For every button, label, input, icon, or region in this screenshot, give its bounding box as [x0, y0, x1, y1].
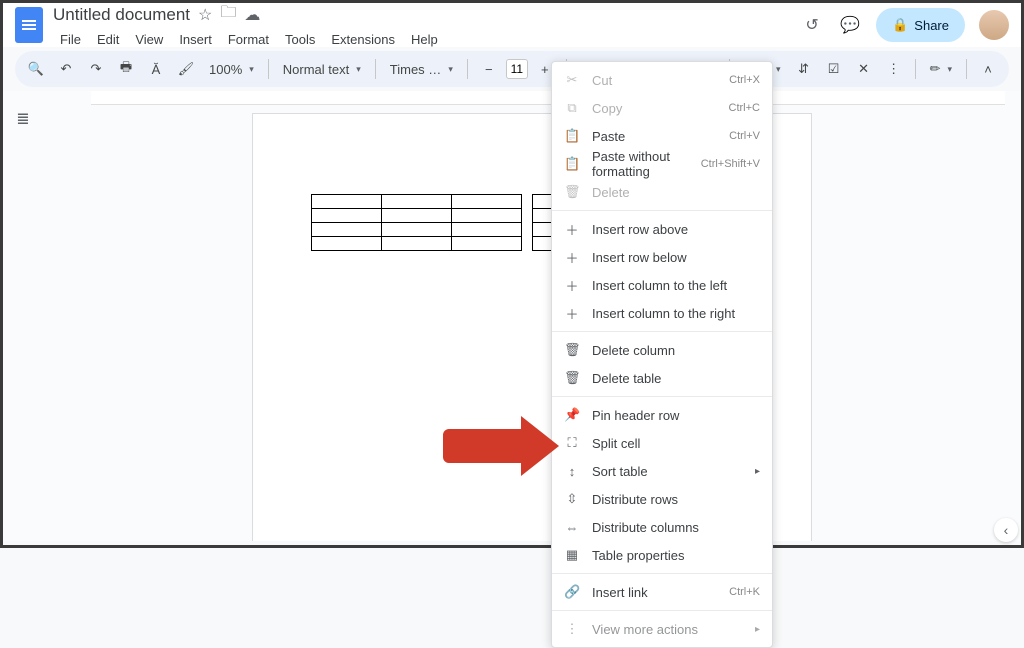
table-properties-icon: ▦ [564, 547, 580, 563]
clear-format-icon[interactable]: ✕ [851, 56, 877, 82]
paint-format-icon[interactable]: 🖌 [173, 56, 199, 82]
separator [375, 59, 376, 79]
account-avatar[interactable] [979, 10, 1009, 40]
context-delete-table[interactable]: 🗑Delete table [552, 364, 772, 392]
line-spacing-icon[interactable]: ⇵ [791, 56, 817, 82]
menu-file[interactable]: File [53, 30, 88, 49]
submenu-icon [755, 465, 760, 477]
header: Untitled document ☆ 🗀 ☁ File Edit View I… [3, 3, 1021, 47]
search-menu-icon[interactable]: 🔍 [23, 56, 49, 82]
separator [915, 59, 916, 79]
paste-plain-icon: 📋 [564, 156, 580, 172]
toolbar-more-icon[interactable]: ⋮ [881, 56, 907, 82]
document-title[interactable]: Untitled document [53, 5, 190, 25]
menu-extensions[interactable]: Extensions [324, 30, 402, 49]
separator [552, 396, 772, 397]
menu-edit[interactable]: Edit [90, 30, 126, 49]
explore-fab-icon[interactable]: ‹ [994, 518, 1018, 542]
delete-icon: 🗑 [564, 184, 580, 200]
context-table-properties[interactable]: ▦Table properties [552, 541, 772, 569]
history-icon[interactable]: ↺ [800, 13, 824, 37]
toolbar: 🔍 ↶ ↷ 🖶 Ӑ 🖌 100% Normal text Times … − +… [15, 51, 1009, 87]
menu-view[interactable]: View [128, 30, 170, 49]
plus-icon: ＋ [564, 304, 580, 323]
sort-icon: ↕ [564, 464, 580, 479]
decrease-font-icon[interactable]: − [476, 56, 502, 82]
trash-icon: 🗑 [564, 342, 580, 358]
menu-insert[interactable]: Insert [172, 30, 219, 49]
share-button[interactable]: 🔒 Share [876, 8, 965, 42]
distribute-rows-icon: ⇳ [564, 491, 580, 507]
context-split-cell[interactable]: ⛶Split cell [552, 429, 772, 457]
distribute-cols-icon: ⇔ [564, 520, 580, 535]
table-1[interactable] [311, 194, 522, 251]
trash-icon: 🗑 [564, 370, 580, 386]
context-row-above[interactable]: ＋Insert row above [552, 215, 772, 243]
separator [467, 59, 468, 79]
context-col-right[interactable]: ＋Insert column to the right [552, 299, 772, 327]
copy-icon: ⧉ [564, 100, 580, 116]
plus-icon: ＋ [564, 276, 580, 295]
context-paste-plain[interactable]: 📋Paste without formattingCtrl+Shift+V [552, 150, 772, 178]
context-pin-header[interactable]: 📌Pin header row [552, 401, 772, 429]
comments-icon[interactable]: 💬 [838, 13, 862, 37]
context-paste[interactable]: 📋PasteCtrl+V [552, 122, 772, 150]
paragraph-style-select[interactable]: Normal text [277, 57, 367, 81]
context-delete: 🗑Delete [552, 178, 772, 206]
submenu-icon [755, 623, 760, 635]
separator [552, 210, 772, 211]
separator [552, 573, 772, 574]
menu-help[interactable]: Help [404, 30, 445, 49]
lock-icon: 🔒 [892, 17, 908, 33]
header-text: Untitled document ☆ 🗀 ☁ File Edit View I… [53, 1, 445, 49]
menu-tools[interactable]: Tools [278, 30, 322, 49]
pin-icon: 📌 [564, 407, 580, 423]
more-icon: ⋮ [564, 621, 580, 637]
menu-format[interactable]: Format [221, 30, 276, 49]
separator [268, 59, 269, 79]
collapse-toolbar-icon[interactable]: ˄ [975, 56, 1001, 82]
left-rail: ≣ [3, 91, 43, 541]
paste-icon: 📋 [564, 128, 580, 144]
context-distribute-rows[interactable]: ⇳Distribute rows [552, 485, 772, 513]
outline-icon[interactable]: ≣ [16, 109, 29, 541]
workspace: ≣ [3, 91, 1021, 541]
context-delete-col[interactable]: 🗑Delete column [552, 336, 772, 364]
context-distribute-cols[interactable]: ⇔Distribute columns [552, 513, 772, 541]
move-icon[interactable]: 🗀 [220, 1, 236, 28]
font-size-input[interactable] [506, 59, 528, 79]
print-icon[interactable]: 🖶 [113, 56, 139, 82]
undo-icon[interactable]: ↶ [53, 56, 79, 82]
menu-bar: File Edit View Insert Format Tools Exten… [53, 30, 445, 49]
star-icon[interactable]: ☆ [198, 5, 212, 25]
checklist-icon[interactable]: ☑ [821, 56, 847, 82]
docs-logo-icon[interactable] [15, 7, 43, 43]
share-label: Share [914, 18, 949, 33]
editing-mode-icon[interactable]: ✏ [924, 57, 958, 81]
link-icon: 🔗 [564, 584, 580, 600]
context-copy: ⧉CopyCtrl+C [552, 94, 772, 122]
context-menu: ✂CutCtrl+X ⧉CopyCtrl+C 📋PasteCtrl+V 📋Pas… [551, 61, 773, 648]
separator [552, 610, 772, 611]
zoom-select[interactable]: 100% [203, 57, 260, 81]
context-cut: ✂CutCtrl+X [552, 66, 772, 94]
cloud-status-icon[interactable]: ☁ [244, 5, 260, 25]
split-icon: ⛶ [564, 435, 580, 451]
spellcheck-icon[interactable]: Ӑ [143, 56, 169, 82]
context-row-below[interactable]: ＋Insert row below [552, 243, 772, 271]
plus-icon: ＋ [564, 220, 580, 239]
plus-icon: ＋ [564, 248, 580, 267]
context-insert-link[interactable]: 🔗Insert linkCtrl+K [552, 578, 772, 606]
separator [552, 331, 772, 332]
cut-icon: ✂ [564, 72, 580, 88]
context-sort-table[interactable]: ↕Sort table [552, 457, 772, 485]
annotation-arrow [443, 429, 523, 463]
ruler[interactable] [91, 91, 1005, 105]
context-more-actions[interactable]: ⋮View more actions [552, 615, 772, 643]
context-col-left[interactable]: ＋Insert column to the left [552, 271, 772, 299]
separator [966, 59, 967, 79]
redo-icon[interactable]: ↷ [83, 56, 109, 82]
font-select[interactable]: Times … [384, 57, 459, 81]
